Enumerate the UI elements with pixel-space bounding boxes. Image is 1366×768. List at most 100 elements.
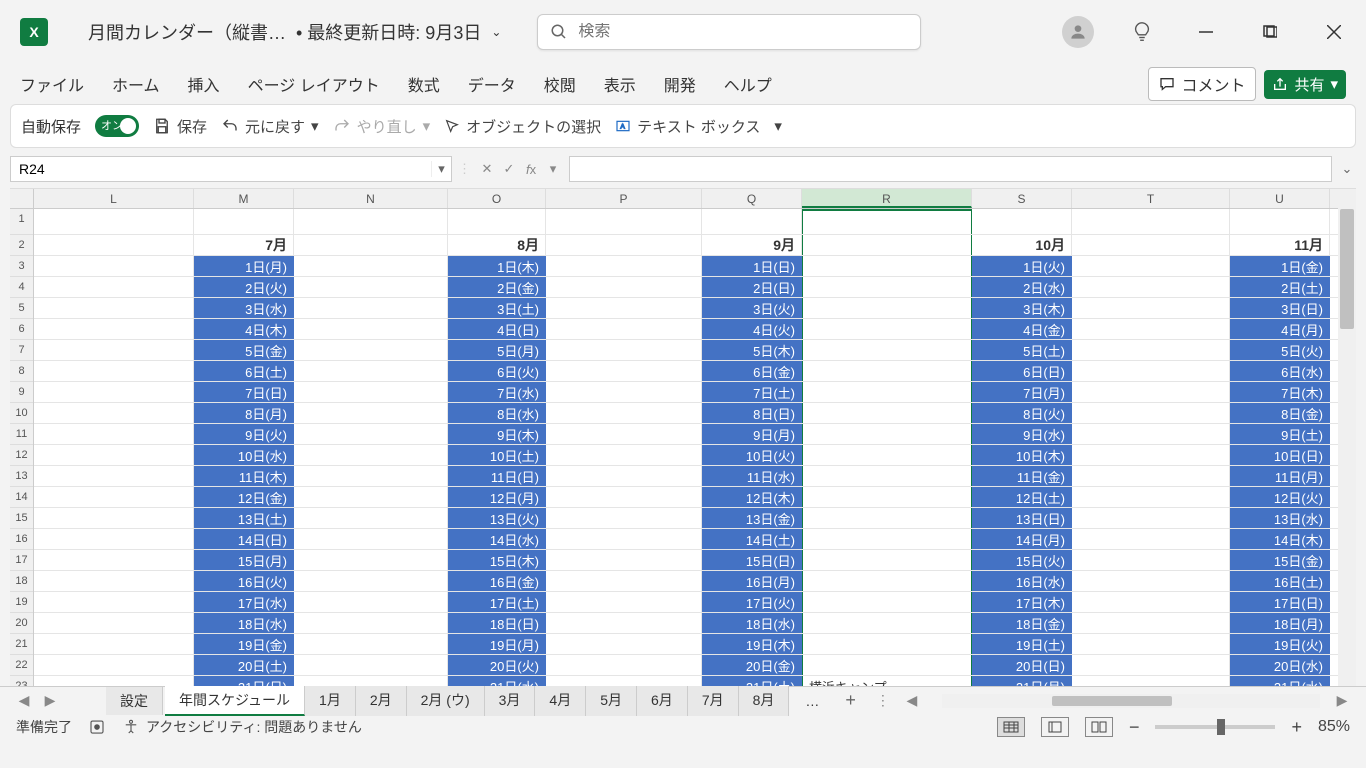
row-header-16[interactable]: 16 (10, 529, 33, 550)
cell-M3[interactable]: 1日(月) (194, 256, 294, 276)
row-header-7[interactable]: 7 (10, 340, 33, 361)
cell-P1[interactable] (546, 209, 702, 234)
cell-R8[interactable] (802, 361, 972, 381)
cell-Q4[interactable]: 2日(日) (702, 277, 802, 297)
cell-U9[interactable]: 7日(木) (1230, 382, 1330, 402)
cell-Q14[interactable]: 12日(木) (702, 487, 802, 507)
cell-N8[interactable] (294, 361, 448, 381)
tab-data[interactable]: データ (468, 66, 516, 102)
cell-P13[interactable] (546, 466, 702, 486)
cell-R22[interactable] (802, 655, 972, 675)
select-all-corner[interactable] (10, 189, 34, 208)
cell-T8[interactable] (1072, 361, 1230, 381)
cell-T16[interactable] (1072, 529, 1230, 549)
cell-L11[interactable] (34, 424, 194, 444)
cell-T5[interactable] (1072, 298, 1230, 318)
cell-M4[interactable]: 2日(火) (194, 277, 294, 297)
cell-U4[interactable]: 2日(土) (1230, 277, 1330, 297)
cell-Q17[interactable]: 15日(日) (702, 550, 802, 570)
minimize-button[interactable] (1182, 8, 1230, 56)
hscroll-left[interactable]: ◀ (900, 692, 924, 709)
cell-N3[interactable] (294, 256, 448, 276)
autosave-toggle[interactable]: オン (95, 115, 139, 137)
cell-T23[interactable] (1072, 676, 1230, 686)
sheet-tab[interactable]: 2月 (356, 686, 407, 716)
row-header-14[interactable]: 14 (10, 487, 33, 508)
sheet-tab[interactable]: 4月 (535, 686, 586, 716)
cell-P11[interactable] (546, 424, 702, 444)
row-header-19[interactable]: 19 (10, 592, 33, 613)
page-break-view-button[interactable] (1085, 717, 1113, 737)
cell-S1[interactable] (972, 209, 1072, 234)
row-header-1[interactable]: 1 (10, 209, 33, 235)
cell-P20[interactable] (546, 613, 702, 633)
cell-P12[interactable] (546, 445, 702, 465)
cell-O23[interactable]: 21日(水) (448, 676, 546, 686)
cell-R11[interactable] (802, 424, 972, 444)
cell-L14[interactable] (34, 487, 194, 507)
cell-N10[interactable] (294, 403, 448, 423)
cell-Q5[interactable]: 3日(火) (702, 298, 802, 318)
cell-O22[interactable]: 20日(火) (448, 655, 546, 675)
column-header-O[interactable]: O (448, 189, 546, 208)
cell-P23[interactable] (546, 676, 702, 686)
cell-N6[interactable] (294, 319, 448, 339)
column-header-T[interactable]: T (1072, 189, 1230, 208)
chevron-down-icon[interactable]: ▾ (423, 117, 431, 135)
cell-T2[interactable] (1072, 235, 1230, 255)
cell-Q18[interactable]: 16日(月) (702, 571, 802, 591)
cell-N21[interactable] (294, 634, 448, 654)
cell-T4[interactable] (1072, 277, 1230, 297)
cell-U3[interactable]: 1日(金) (1230, 256, 1330, 276)
cell-S2[interactable]: 10月 (972, 235, 1072, 255)
redo-button[interactable]: やり直し▾ (333, 116, 431, 137)
cell-T22[interactable] (1072, 655, 1230, 675)
account-button[interactable] (1054, 8, 1102, 56)
cell-R20[interactable] (802, 613, 972, 633)
cell-P6[interactable] (546, 319, 702, 339)
last-modified[interactable]: • 最終更新日時: 9月3日 (296, 19, 481, 45)
tab-formulas[interactable]: 数式 (408, 66, 440, 102)
cell-O14[interactable]: 12日(月) (448, 487, 546, 507)
scroll-thumb[interactable] (1340, 209, 1354, 329)
cell-M11[interactable]: 9日(火) (194, 424, 294, 444)
tab-review[interactable]: 校閲 (544, 66, 576, 102)
horizontal-scrollbar[interactable] (942, 694, 1320, 708)
cell-P10[interactable] (546, 403, 702, 423)
row-header-2[interactable]: 2 (10, 235, 33, 256)
cell-P8[interactable] (546, 361, 702, 381)
enter-formula-icon[interactable]: ✓ (499, 159, 519, 179)
macro-icon[interactable] (88, 718, 106, 736)
column-header-S[interactable]: S (972, 189, 1072, 208)
tab-insert[interactable]: 挿入 (188, 66, 220, 102)
cell-M19[interactable]: 17日(水) (194, 592, 294, 612)
cell-L12[interactable] (34, 445, 194, 465)
row-header-17[interactable]: 17 (10, 550, 33, 571)
cell-N23[interactable] (294, 676, 448, 686)
cell-U23[interactable]: 21日(水) (1230, 676, 1330, 686)
hscroll-right[interactable]: ▶ (1330, 692, 1354, 709)
sheet-nav-prev[interactable]: ◀ (12, 692, 36, 709)
formula-expand[interactable]: ⌄ (1338, 161, 1356, 177)
cell-U22[interactable]: 20日(水) (1230, 655, 1330, 675)
cell-O4[interactable]: 2日(金) (448, 277, 546, 297)
cell-Q23[interactable]: 21日(土) (702, 676, 802, 686)
vertical-scrollbar[interactable] (1338, 189, 1356, 686)
cell-P2[interactable] (546, 235, 702, 255)
zoom-thumb[interactable] (1217, 719, 1225, 735)
tab-view[interactable]: 表示 (604, 66, 636, 102)
cell-N13[interactable] (294, 466, 448, 486)
cell-O13[interactable]: 11日(日) (448, 466, 546, 486)
cell-P18[interactable] (546, 571, 702, 591)
cell-U8[interactable]: 6日(水) (1230, 361, 1330, 381)
cell-R2[interactable] (802, 235, 972, 255)
cell-Q20[interactable]: 18日(水) (702, 613, 802, 633)
textbox-button[interactable]: A テキスト ボックス (615, 116, 760, 137)
cell-R9[interactable] (802, 382, 972, 402)
cell-S5[interactable]: 3日(木) (972, 298, 1072, 318)
cell-O8[interactable]: 6日(火) (448, 361, 546, 381)
close-button[interactable] (1310, 8, 1358, 56)
cell-P17[interactable] (546, 550, 702, 570)
cell-N16[interactable] (294, 529, 448, 549)
cell-N17[interactable] (294, 550, 448, 570)
